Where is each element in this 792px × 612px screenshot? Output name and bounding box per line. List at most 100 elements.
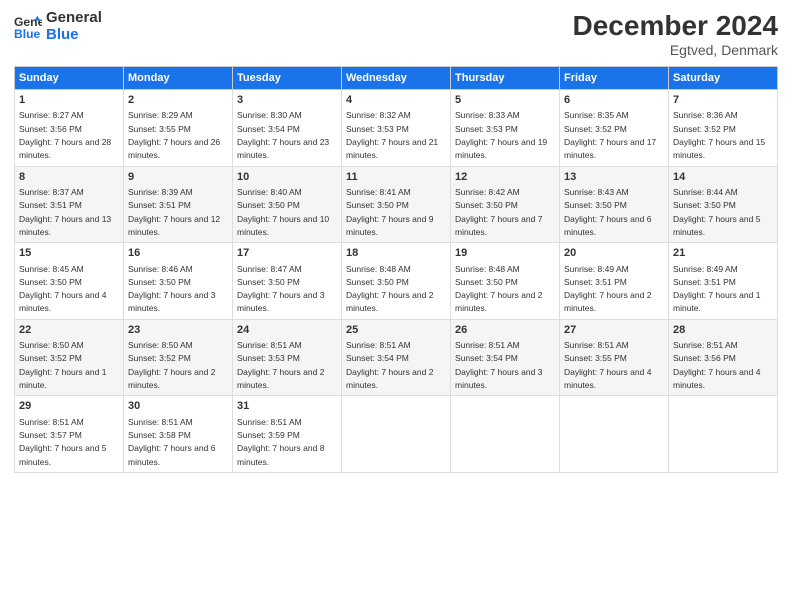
cell-content: Sunrise: 8:47 AMSunset: 3:50 PMDaylight:… (237, 264, 324, 314)
table-row: 24 Sunrise: 8:51 AMSunset: 3:53 PMDaylig… (233, 319, 342, 396)
logo: General Blue General Blue (14, 10, 102, 43)
cell-content: Sunrise: 8:48 AMSunset: 3:50 PMDaylight:… (346, 264, 433, 314)
cell-content: Sunrise: 8:43 AMSunset: 3:50 PMDaylight:… (564, 187, 651, 237)
table-row: 30 Sunrise: 8:51 AMSunset: 3:58 PMDaylig… (124, 396, 233, 473)
cell-content: Sunrise: 8:46 AMSunset: 3:50 PMDaylight:… (128, 264, 215, 314)
col-tuesday: Tuesday (233, 67, 342, 90)
cell-content: Sunrise: 8:29 AMSunset: 3:55 PMDaylight:… (128, 110, 220, 160)
page: General Blue General Blue December 2024 … (0, 0, 792, 612)
table-row: 15 Sunrise: 8:45 AMSunset: 3:50 PMDaylig… (15, 243, 124, 320)
cell-content: Sunrise: 8:51 AMSunset: 3:56 PMDaylight:… (673, 340, 760, 390)
day-number: 16 (128, 246, 228, 261)
day-number: 3 (237, 93, 337, 108)
table-row: 20 Sunrise: 8:49 AMSunset: 3:51 PMDaylig… (560, 243, 669, 320)
table-row: 11 Sunrise: 8:41 AMSunset: 3:50 PMDaylig… (342, 166, 451, 243)
day-number: 17 (237, 246, 337, 261)
table-row: 6 Sunrise: 8:35 AMSunset: 3:52 PMDayligh… (560, 90, 669, 167)
table-row: 19 Sunrise: 8:48 AMSunset: 3:50 PMDaylig… (451, 243, 560, 320)
day-number: 14 (673, 170, 773, 185)
cell-content: Sunrise: 8:33 AMSunset: 3:53 PMDaylight:… (455, 110, 547, 160)
day-number: 4 (346, 93, 446, 108)
table-row: 8 Sunrise: 8:37 AMSunset: 3:51 PMDayligh… (15, 166, 124, 243)
table-row: 10 Sunrise: 8:40 AMSunset: 3:50 PMDaylig… (233, 166, 342, 243)
cell-content: Sunrise: 8:45 AMSunset: 3:50 PMDaylight:… (19, 264, 106, 314)
calendar-week-4: 29 Sunrise: 8:51 AMSunset: 3:57 PMDaylig… (15, 396, 778, 473)
cell-content: Sunrise: 8:49 AMSunset: 3:51 PMDaylight:… (673, 264, 760, 314)
day-number: 31 (237, 399, 337, 414)
day-number: 5 (455, 93, 555, 108)
table-row: 27 Sunrise: 8:51 AMSunset: 3:55 PMDaylig… (560, 319, 669, 396)
title-section: December 2024 Egtved, Denmark (573, 10, 778, 58)
day-number: 23 (128, 323, 228, 338)
table-row: 4 Sunrise: 8:32 AMSunset: 3:53 PMDayligh… (342, 90, 451, 167)
table-row: 12 Sunrise: 8:42 AMSunset: 3:50 PMDaylig… (451, 166, 560, 243)
logo-line1: General (46, 10, 102, 27)
table-row: 29 Sunrise: 8:51 AMSunset: 3:57 PMDaylig… (15, 396, 124, 473)
col-friday: Friday (560, 67, 669, 90)
cell-content: Sunrise: 8:35 AMSunset: 3:52 PMDaylight:… (564, 110, 656, 160)
location: Egtved, Denmark (573, 42, 778, 58)
cell-content: Sunrise: 8:41 AMSunset: 3:50 PMDaylight:… (346, 187, 433, 237)
cell-content: Sunrise: 8:49 AMSunset: 3:51 PMDaylight:… (564, 264, 651, 314)
day-number: 22 (19, 323, 119, 338)
table-row: 2 Sunrise: 8:29 AMSunset: 3:55 PMDayligh… (124, 90, 233, 167)
table-row: 25 Sunrise: 8:51 AMSunset: 3:54 PMDaylig… (342, 319, 451, 396)
table-row: 26 Sunrise: 8:51 AMSunset: 3:54 PMDaylig… (451, 319, 560, 396)
day-number: 10 (237, 170, 337, 185)
day-number: 28 (673, 323, 773, 338)
header-row: Sunday Monday Tuesday Wednesday Thursday… (15, 67, 778, 90)
table-row: 1 Sunrise: 8:27 AMSunset: 3:56 PMDayligh… (15, 90, 124, 167)
table-row: 9 Sunrise: 8:39 AMSunset: 3:51 PMDayligh… (124, 166, 233, 243)
col-monday: Monday (124, 67, 233, 90)
col-saturday: Saturday (669, 67, 778, 90)
cell-content: Sunrise: 8:39 AMSunset: 3:51 PMDaylight:… (128, 187, 220, 237)
calendar-table: Sunday Monday Tuesday Wednesday Thursday… (14, 66, 778, 473)
day-number: 2 (128, 93, 228, 108)
cell-content: Sunrise: 8:30 AMSunset: 3:54 PMDaylight:… (237, 110, 329, 160)
calendar-week-1: 8 Sunrise: 8:37 AMSunset: 3:51 PMDayligh… (15, 166, 778, 243)
cell-content: Sunrise: 8:51 AMSunset: 3:54 PMDaylight:… (346, 340, 433, 390)
day-number: 30 (128, 399, 228, 414)
table-row: 31 Sunrise: 8:51 AMSunset: 3:59 PMDaylig… (233, 396, 342, 473)
table-row (560, 396, 669, 473)
day-number: 27 (564, 323, 664, 338)
cell-content: Sunrise: 8:51 AMSunset: 3:58 PMDaylight:… (128, 417, 215, 467)
day-number: 25 (346, 323, 446, 338)
day-number: 18 (346, 246, 446, 261)
cell-content: Sunrise: 8:51 AMSunset: 3:55 PMDaylight:… (564, 340, 651, 390)
calendar-week-2: 15 Sunrise: 8:45 AMSunset: 3:50 PMDaylig… (15, 243, 778, 320)
month-title: December 2024 (573, 10, 778, 42)
table-row: 22 Sunrise: 8:50 AMSunset: 3:52 PMDaylig… (15, 319, 124, 396)
cell-content: Sunrise: 8:37 AMSunset: 3:51 PMDaylight:… (19, 187, 111, 237)
table-row: 18 Sunrise: 8:48 AMSunset: 3:50 PMDaylig… (342, 243, 451, 320)
day-number: 20 (564, 246, 664, 261)
cell-content: Sunrise: 8:42 AMSunset: 3:50 PMDaylight:… (455, 187, 542, 237)
cell-content: Sunrise: 8:51 AMSunset: 3:53 PMDaylight:… (237, 340, 324, 390)
cell-content: Sunrise: 8:40 AMSunset: 3:50 PMDaylight:… (237, 187, 329, 237)
col-wednesday: Wednesday (342, 67, 451, 90)
cell-content: Sunrise: 8:27 AMSunset: 3:56 PMDaylight:… (19, 110, 111, 160)
day-number: 15 (19, 246, 119, 261)
cell-content: Sunrise: 8:50 AMSunset: 3:52 PMDaylight:… (128, 340, 215, 390)
table-row: 3 Sunrise: 8:30 AMSunset: 3:54 PMDayligh… (233, 90, 342, 167)
day-number: 12 (455, 170, 555, 185)
table-row: 13 Sunrise: 8:43 AMSunset: 3:50 PMDaylig… (560, 166, 669, 243)
table-row: 7 Sunrise: 8:36 AMSunset: 3:52 PMDayligh… (669, 90, 778, 167)
table-row (669, 396, 778, 473)
cell-content: Sunrise: 8:51 AMSunset: 3:54 PMDaylight:… (455, 340, 542, 390)
cell-content: Sunrise: 8:48 AMSunset: 3:50 PMDaylight:… (455, 264, 542, 314)
cell-content: Sunrise: 8:44 AMSunset: 3:50 PMDaylight:… (673, 187, 760, 237)
day-number: 9 (128, 170, 228, 185)
table-row: 23 Sunrise: 8:50 AMSunset: 3:52 PMDaylig… (124, 319, 233, 396)
day-number: 13 (564, 170, 664, 185)
svg-text:Blue: Blue (14, 27, 41, 41)
calendar-week-3: 22 Sunrise: 8:50 AMSunset: 3:52 PMDaylig… (15, 319, 778, 396)
col-sunday: Sunday (15, 67, 124, 90)
cell-content: Sunrise: 8:51 AMSunset: 3:59 PMDaylight:… (237, 417, 324, 467)
table-row (451, 396, 560, 473)
day-number: 24 (237, 323, 337, 338)
day-number: 11 (346, 170, 446, 185)
cell-content: Sunrise: 8:50 AMSunset: 3:52 PMDaylight:… (19, 340, 106, 390)
table-row: 21 Sunrise: 8:49 AMSunset: 3:51 PMDaylig… (669, 243, 778, 320)
cell-content: Sunrise: 8:36 AMSunset: 3:52 PMDaylight:… (673, 110, 765, 160)
